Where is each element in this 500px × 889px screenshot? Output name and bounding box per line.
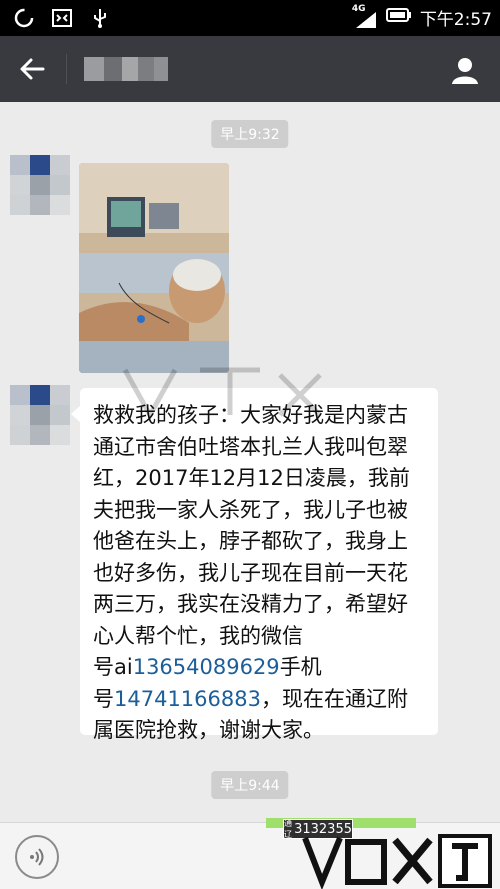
- watermark-logo: [302, 834, 492, 889]
- line-suffix: 手机: [279, 655, 322, 679]
- usb-icon: [88, 6, 112, 30]
- sender-avatar[interactable]: [10, 385, 70, 445]
- signal-icon: 4G: [352, 4, 378, 30]
- message-line: 他爸在头上，脖子都砍了，我身上: [93, 529, 408, 553]
- line-prefix: 号: [93, 686, 114, 711]
- message-line: 通辽市舍伯吐塔本扎兰人我叫包翠: [93, 434, 408, 459]
- header-divider: [66, 54, 67, 84]
- phone-link[interactable]: 13654089629: [133, 655, 280, 679]
- text-message[interactable]: 救救我的孩子：大家好我是内蒙古 通辽市舍伯吐塔本扎兰人我叫包翠 红，2017年1…: [71, 388, 438, 742]
- message-line: 红，2017年12月12日凌晨，我前: [93, 466, 410, 490]
- message-timestamp: 早上9:44: [211, 771, 289, 799]
- sender-avatar[interactable]: [10, 155, 70, 215]
- status-time: 下午2:57: [419, 10, 492, 30]
- battery-icon: [385, 7, 412, 28]
- arrow-left-icon: [20, 58, 45, 80]
- message-line: 也好多伤，我儿子现在目前一天花: [93, 560, 408, 585]
- message-line: 夫把我一家人杀死了，我儿子也被: [93, 497, 408, 522]
- chat-header: [0, 36, 500, 102]
- image-message[interactable]: [79, 163, 229, 373]
- message-line: 两三万，我实在没精力了，希望好: [93, 592, 408, 616]
- phone-link[interactable]: 14741166883: [114, 687, 261, 711]
- watermark-logo: [122, 367, 322, 420]
- message-line: 号14741166883，现在在通辽附: [93, 684, 428, 716]
- voice-icon: [30, 848, 44, 866]
- message-line: 号ai13654089629手机: [93, 652, 428, 684]
- person-icon: [452, 58, 478, 84]
- status-bar: 4G 下午2:57: [0, 0, 500, 36]
- message-line: 心人帮个忙，我的微信: [93, 623, 303, 648]
- watermark-small-text: 通辽: [284, 819, 292, 839]
- hospital-photo: [79, 163, 229, 373]
- message-timestamp: 早上9:32: [211, 120, 289, 148]
- line-prefix: 号ai: [93, 655, 133, 679]
- cat-icon: [50, 6, 74, 30]
- sync-icon: [12, 6, 36, 30]
- message-line: 属医院抢救，谢谢大家。: [93, 718, 324, 742]
- chat-title-blurred: [84, 57, 168, 81]
- voice-button[interactable]: [15, 835, 59, 879]
- line-suffix: ，现在在通辽附: [260, 686, 408, 711]
- back-button[interactable]: [14, 52, 50, 86]
- chat-info-button[interactable]: [448, 53, 482, 87]
